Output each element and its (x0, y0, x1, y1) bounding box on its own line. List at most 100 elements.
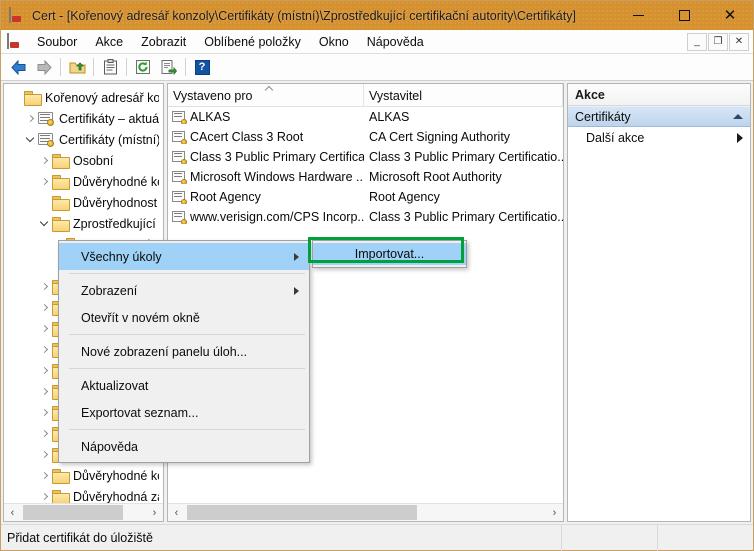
context-menu-item[interactable]: Zobrazení (59, 277, 309, 304)
table-row[interactable]: CAcert Class 3 RootCA Cert Signing Autho… (168, 127, 563, 147)
chevron-right-icon[interactable] (36, 363, 52, 379)
menu-oblibene-polozky[interactable]: Oblíbené položky (195, 32, 310, 52)
context-menu-separator (69, 368, 305, 369)
table-row[interactable]: Microsoft Windows Hardware ...Microsoft … (168, 167, 563, 187)
context-menu-item[interactable]: Aktualizovat (59, 372, 309, 399)
table-row[interactable]: www.verisign.com/CPS Incorp....Class 3 P… (168, 207, 563, 227)
table-row[interactable]: Class 3 Public Primary Certificat...Clas… (168, 147, 563, 167)
mdi-restore-button[interactable]: ❐ (708, 33, 728, 51)
table-row[interactable]: ALKASALKAS (168, 107, 563, 127)
tree-scroll-right-button[interactable]: › (146, 504, 163, 521)
mdi-minimize-button[interactable]: _ (687, 33, 707, 51)
cell-issuer: Microsoft Root Authority (364, 170, 563, 184)
menu-okno[interactable]: Okno (310, 32, 358, 52)
certificate-store-icon (38, 112, 54, 126)
refresh-button[interactable] (130, 55, 156, 79)
menu-bar: Soubor Akce Zobrazit Oblíbené položky Ok… (1, 30, 753, 54)
action-dalsi-akce[interactable]: Další akce (568, 127, 750, 149)
tree-horizontal-scrollbar[interactable]: ‹ › (4, 503, 163, 521)
chevron-right-icon[interactable] (36, 426, 52, 442)
menu-napoveda[interactable]: Nápověda (358, 32, 433, 52)
minimize-button[interactable] (615, 1, 661, 30)
list-horizontal-scrollbar[interactable]: ‹ › (168, 503, 563, 521)
chevron-right-icon[interactable] (36, 384, 52, 400)
back-icon (10, 60, 27, 75)
certificate-console-icon (9, 8, 25, 24)
certificate-console-icon (7, 34, 23, 50)
tree-item[interactable]: Důvěryhodná za (4, 486, 163, 503)
chevron-up-icon[interactable] (733, 114, 743, 119)
tree-twisty-placeholder (36, 195, 52, 211)
export-list-button[interactable] (156, 55, 182, 79)
context-menu-item[interactable]: Všechny úkoly (59, 243, 309, 270)
forward-button[interactable] (31, 55, 57, 79)
actions-pane: Akce Certifikáty Další akce (567, 83, 751, 522)
context-menu-item-label: Nápověda (81, 440, 299, 454)
context-menu-separator (69, 334, 305, 335)
table-row[interactable]: Root AgencyRoot Agency (168, 187, 563, 207)
context-menu-item[interactable]: Nápověda (59, 433, 309, 460)
tree-item[interactable]: Důvěryhodné ko (4, 465, 163, 486)
tree-scroll-left-button[interactable]: ‹ (4, 504, 21, 521)
context-menu-item[interactable]: Exportovat seznam... (59, 399, 309, 426)
export-list-icon (161, 59, 177, 75)
tree-item[interactable]: Důvěryhodné ko (4, 171, 163, 192)
help-icon: ? (195, 60, 210, 75)
tree-item[interactable]: Kořenový adresář konzoly (4, 87, 163, 108)
cell-issued-to-label: www.verisign.com/CPS Incorp.... (190, 210, 364, 224)
folder-icon (52, 217, 68, 230)
chevron-down-icon[interactable] (22, 132, 38, 148)
maximize-button[interactable] (661, 1, 707, 30)
chevron-right-icon[interactable] (36, 279, 52, 295)
chevron-right-icon[interactable] (36, 447, 52, 463)
menu-zobrazit[interactable]: Zobrazit (132, 32, 195, 52)
mdi-close-button[interactable]: ✕ (729, 33, 749, 51)
chevron-down-icon[interactable] (36, 216, 52, 232)
context-menu-item-label: Všechny úkoly (81, 250, 294, 264)
chevron-right-icon[interactable] (36, 321, 52, 337)
chevron-right-icon[interactable] (36, 342, 52, 358)
chevron-right-icon[interactable] (36, 153, 52, 169)
properties-button[interactable] (97, 55, 123, 79)
tree-item[interactable]: Zprostředkující c (4, 213, 163, 234)
close-button[interactable]: ✕ (707, 1, 753, 30)
list-scroll-left-button[interactable]: ‹ (168, 504, 185, 521)
list-scroll-right-button[interactable]: › (546, 504, 563, 521)
tree-scroll-track[interactable] (21, 504, 146, 522)
status-cell-1 (562, 525, 657, 551)
context-menu-item[interactable]: Nové zobrazení panelu úloh... (59, 338, 309, 365)
up-folder-icon (69, 60, 86, 75)
tree-item[interactable]: Osobní (4, 150, 163, 171)
chevron-right-icon[interactable] (36, 300, 52, 316)
tree-scroll-thumb[interactable] (23, 505, 123, 520)
tree-item[interactable]: Certifikáty – aktuální (4, 108, 163, 129)
cell-issued-to-label: Class 3 Public Primary Certificat... (190, 150, 364, 164)
menu-akce[interactable]: Akce (86, 32, 132, 52)
list-column-headers: Vystaveno pro Vystavitel (168, 84, 563, 107)
actions-group-certifikaty[interactable]: Certifikáty (568, 106, 750, 127)
list-scroll-thumb[interactable] (187, 505, 417, 520)
back-button[interactable] (5, 55, 31, 79)
certificate-icon (172, 191, 186, 204)
chevron-right-icon[interactable] (36, 468, 52, 484)
chevron-right-icon[interactable] (22, 111, 38, 127)
up-one-level-button[interactable] (64, 55, 90, 79)
tree-item[interactable]: Důvěryhodnost (4, 192, 163, 213)
column-header-issuer[interactable]: Vystavitel (364, 84, 563, 107)
chevron-right-icon[interactable] (36, 489, 52, 504)
folder-icon (24, 91, 40, 104)
column-header-issued-to[interactable]: Vystaveno pro (168, 84, 364, 107)
tree-item[interactable]: Certifikáty (místní) (4, 129, 163, 150)
certificate-store-icon (38, 133, 54, 147)
context-menu-item-label: Zobrazení (81, 284, 294, 298)
help-button[interactable]: ? (189, 55, 215, 79)
cell-issued-to: CAcert Class 3 Root (168, 130, 364, 144)
list-scroll-track[interactable] (185, 504, 546, 522)
context-submenu-vsechny-ukoly: Importovat... (312, 240, 467, 268)
context-menu-item[interactable]: Otevřít v novém okně (59, 304, 309, 331)
chevron-right-icon[interactable] (36, 174, 52, 190)
submenu-item-importovat[interactable]: Importovat... (313, 243, 466, 265)
cell-issuer: Class 3 Public Primary Certificatio... (364, 150, 563, 164)
chevron-right-icon[interactable] (36, 405, 52, 421)
menu-soubor[interactable]: Soubor (28, 32, 86, 52)
